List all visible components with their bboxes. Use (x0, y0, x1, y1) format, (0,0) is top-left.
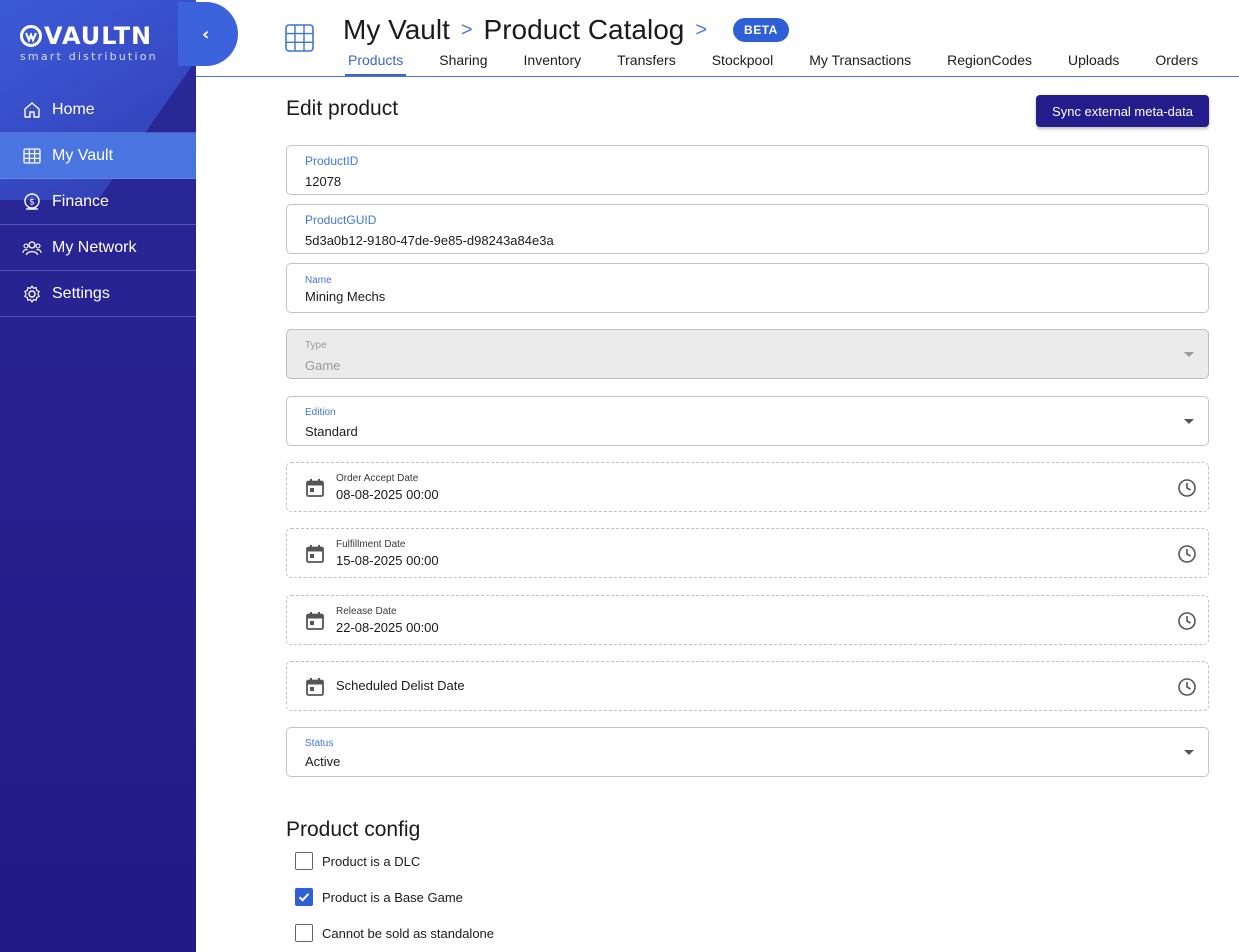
field-value: Standard (305, 424, 358, 439)
fulfillment-date-picker[interactable]: Fulfillment Date 15-08-2025 00:00 (286, 528, 1209, 578)
caret-down-icon (1184, 419, 1194, 424)
checkbox-label: Product is a Base Game (322, 889, 463, 905)
brand-tagline: smart distribution (20, 50, 158, 63)
svg-text:$: $ (29, 197, 35, 207)
clock-icon[interactable] (1177, 544, 1197, 564)
order-accept-date-picker[interactable]: Order Accept Date 08-08-2025 00:00 (286, 462, 1209, 512)
field-label: Edition (305, 407, 336, 418)
breadcrumb-my-vault[interactable]: My Vault (343, 14, 450, 46)
dollar-coin-icon: $ (22, 192, 42, 212)
field-value: 15-08-2025 00:00 (336, 553, 439, 568)
tab-transfers[interactable]: Transfers (599, 50, 694, 76)
base-game-checkbox[interactable] (295, 888, 313, 906)
sidebar-nav: Home My Vault $ Finance My Network Setti… (0, 87, 196, 317)
field-value: 08-08-2025 00:00 (336, 487, 439, 502)
field-placeholder: Scheduled Delist Date (336, 678, 465, 693)
sidebar-item-label: Settings (52, 284, 110, 302)
field-label: ProductID (305, 154, 359, 168)
field-value: Active (305, 754, 341, 769)
calendar-icon[interactable] (305, 544, 325, 564)
checkbox-label: Product is a DLC (322, 853, 421, 869)
tab-stockpool[interactable]: Stockpool (694, 50, 791, 76)
chevron-right-icon: > (460, 18, 473, 41)
sidebar-item-label: My Network (52, 238, 137, 256)
brand-wordmark: VAULTN (20, 24, 158, 48)
sidebar-item-label: Finance (52, 192, 109, 210)
home-icon (22, 100, 42, 120)
breadcrumb-product-catalog[interactable]: Product Catalog (484, 14, 685, 46)
field-label: Release Date (336, 606, 397, 617)
sidebar-item-label: My Vault (52, 146, 114, 164)
page-title: Edit product (286, 97, 399, 120)
field-label: Name (305, 275, 332, 286)
beta-badge: BETA (733, 18, 789, 42)
field-value: Game (305, 358, 341, 373)
field-value: Mining Mechs (305, 289, 386, 304)
tab-sharing[interactable]: Sharing (421, 50, 505, 76)
status-select[interactable]: Status Active (286, 727, 1209, 777)
grid-icon (22, 146, 42, 166)
people-icon (22, 238, 42, 258)
product-config-title: Product config (286, 818, 421, 841)
standalone-checkbox-row[interactable]: Cannot be sold as standalone (295, 924, 494, 942)
calendar-icon[interactable] (305, 478, 325, 498)
checkmark-icon (298, 893, 310, 902)
name-field[interactable]: Name Mining Mechs (286, 263, 1209, 313)
sidebar-collapse-button[interactable]: ‹ (178, 2, 238, 66)
caret-down-icon (1184, 750, 1194, 755)
brand-name: VAULTN (44, 22, 153, 50)
caret-down-icon (1184, 352, 1194, 357)
sidebar-item-my-vault[interactable]: My Vault (0, 133, 196, 179)
tab-uploads[interactable]: Uploads (1050, 50, 1137, 76)
tab-orders[interactable]: Orders (1137, 50, 1216, 76)
tab-my-transactions[interactable]: My Transactions (791, 50, 929, 76)
sidebar-item-home[interactable]: Home (0, 87, 196, 133)
dlc-checkbox-row[interactable]: Product is a DLC (295, 852, 420, 870)
gear-icon (22, 284, 42, 304)
base-game-checkbox-row[interactable]: Product is a Base Game (295, 888, 463, 906)
field-label: Status (305, 738, 334, 749)
tab-products[interactable]: Products (330, 50, 421, 76)
calendar-icon[interactable] (305, 677, 325, 697)
tab-bar: Products Sharing Inventory Transfers Sto… (330, 50, 1216, 76)
field-label: ProductGUID (305, 213, 377, 227)
brand-logo[interactable]: VAULTN smart distribution (20, 24, 158, 63)
field-label: Type (305, 340, 327, 351)
standalone-checkbox[interactable] (295, 924, 313, 942)
product-id-field[interactable]: ProductID 12078 (286, 145, 1209, 195)
catalog-grid-icon (285, 24, 314, 52)
sidebar-item-label: Home (52, 100, 95, 118)
field-label: Fulfillment Date (336, 539, 406, 550)
tab-regioncodes[interactable]: RegionCodes (929, 50, 1050, 76)
product-guid-field[interactable]: ProductGUID 5d3a0b12-9180-47de-9e85-d982… (286, 204, 1209, 254)
field-value: 22-08-2025 00:00 (336, 620, 439, 635)
field-value: 12078 (305, 174, 342, 189)
header-divider (196, 76, 1239, 77)
clock-icon[interactable] (1177, 677, 1197, 697)
checkbox-label: Cannot be sold as standalone (322, 925, 495, 941)
clock-icon[interactable] (1177, 478, 1197, 498)
vaultn-mark-icon (20, 25, 42, 47)
tab-inventory[interactable]: Inventory (506, 50, 600, 76)
sidebar-item-finance[interactable]: $ Finance (0, 179, 196, 225)
chevron-left-icon: ‹ (202, 24, 210, 45)
sidebar-item-my-network[interactable]: My Network (0, 225, 196, 271)
type-select: Type Game (286, 329, 1209, 379)
chevron-right-icon: > (695, 18, 708, 41)
field-value: 5d3a0b12-9180-47de-9e85-d98243a84e3a (305, 233, 554, 248)
dlc-checkbox[interactable] (295, 852, 313, 870)
breadcrumb: My Vault > Product Catalog > BETA (343, 14, 789, 46)
calendar-icon[interactable] (305, 611, 325, 631)
sidebar: VAULTN smart distribution Home My Vault … (0, 0, 196, 952)
sync-meta-data-button[interactable]: Sync external meta-data (1036, 95, 1209, 127)
clock-icon[interactable] (1177, 611, 1197, 631)
sidebar-item-settings[interactable]: Settings (0, 271, 196, 317)
scheduled-delist-date-picker[interactable]: Scheduled Delist Date (286, 661, 1209, 711)
edition-select[interactable]: Edition Standard (286, 396, 1209, 446)
field-label: Order Accept Date (336, 473, 419, 484)
release-date-picker[interactable]: Release Date 22-08-2025 00:00 (286, 595, 1209, 645)
